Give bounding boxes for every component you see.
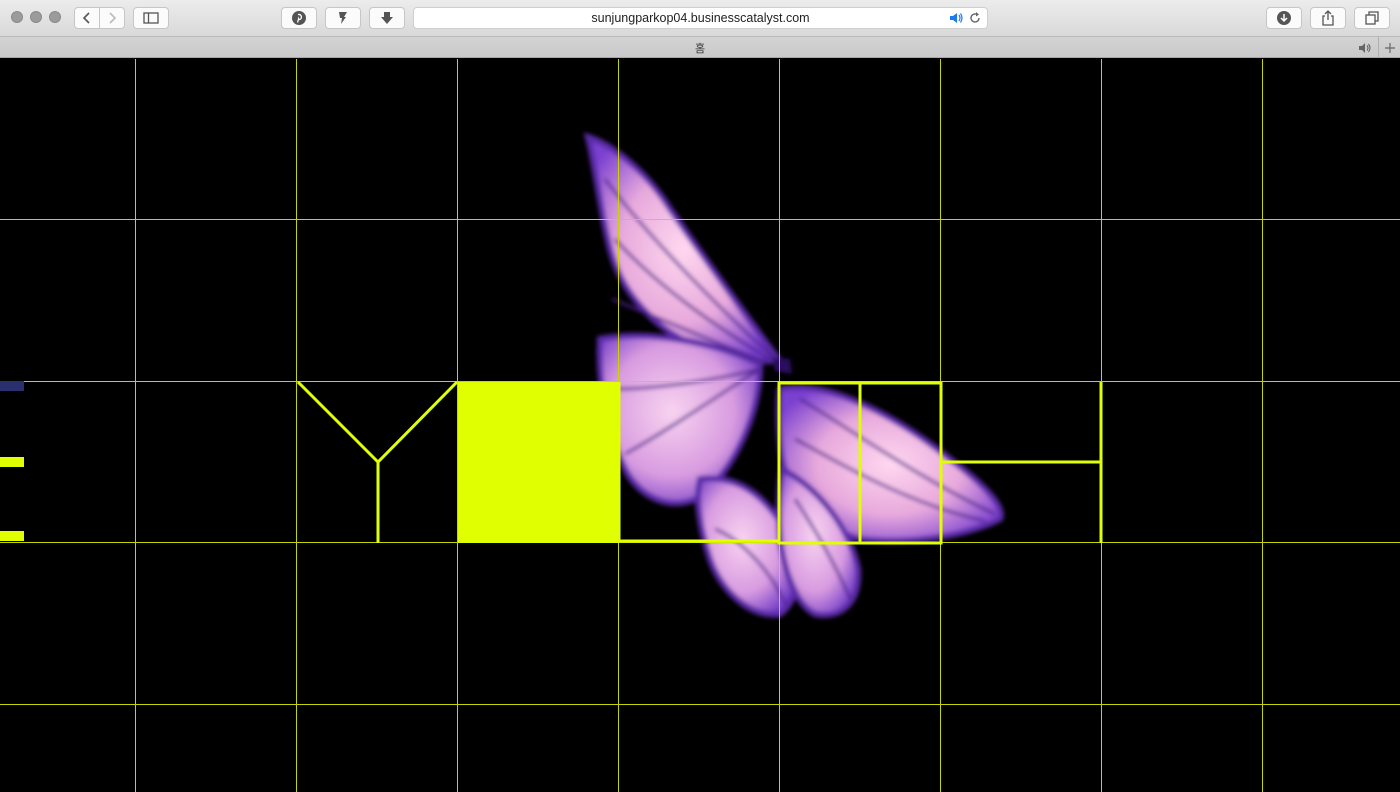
tabs-overview-icon (1365, 11, 1379, 25)
close-window-icon[interactable] (11, 11, 23, 23)
new-tab-button[interactable] (1378, 37, 1400, 58)
filled-square-shape (458, 382, 619, 543)
pinterest-icon (292, 11, 306, 25)
tab-bar: 홈 (0, 37, 1400, 58)
side-marker-top (0, 381, 24, 391)
pinterest-button[interactable] (281, 7, 317, 29)
bookmark-pin-icon (339, 12, 347, 24)
back-icon (82, 12, 90, 24)
download-extension-button[interactable] (369, 7, 405, 29)
bookmark-pin-button[interactable] (325, 7, 361, 29)
address-text[interactable]: sunjungparkop04.businesscatalyst.com (414, 11, 987, 25)
downloads-icon (1277, 11, 1291, 25)
grid-artwork (0, 59, 1400, 792)
downloads-button[interactable] (1266, 7, 1302, 29)
speaker-icon[interactable] (948, 11, 964, 25)
forward-button[interactable] (99, 7, 125, 29)
tabs-overview-button[interactable] (1354, 7, 1390, 29)
browser-toolbar: sunjungparkop04.businesscatalyst.com (0, 0, 1400, 37)
share-button[interactable] (1310, 7, 1346, 29)
back-button[interactable] (74, 7, 100, 29)
reload-icon[interactable] (968, 11, 982, 25)
sidebar-button[interactable] (133, 7, 169, 29)
download-arrow-icon (381, 12, 393, 24)
new-tab-icon (1384, 42, 1395, 53)
side-marker-bottom (0, 531, 24, 541)
tab-mute-icon[interactable] (1358, 42, 1374, 54)
side-marker-middle (0, 457, 24, 467)
tab-title[interactable]: 홈 (0, 40, 1400, 56)
letter-y-shape (296, 380, 459, 543)
share-icon (1322, 10, 1334, 26)
zoom-window-icon[interactable] (49, 11, 61, 23)
address-bar[interactable]: sunjungparkop04.businesscatalyst.com (413, 7, 988, 29)
sidebar-icon (143, 12, 159, 24)
minimize-window-icon[interactable] (30, 11, 42, 23)
forward-icon (109, 12, 117, 24)
page-canvas (0, 59, 1400, 792)
